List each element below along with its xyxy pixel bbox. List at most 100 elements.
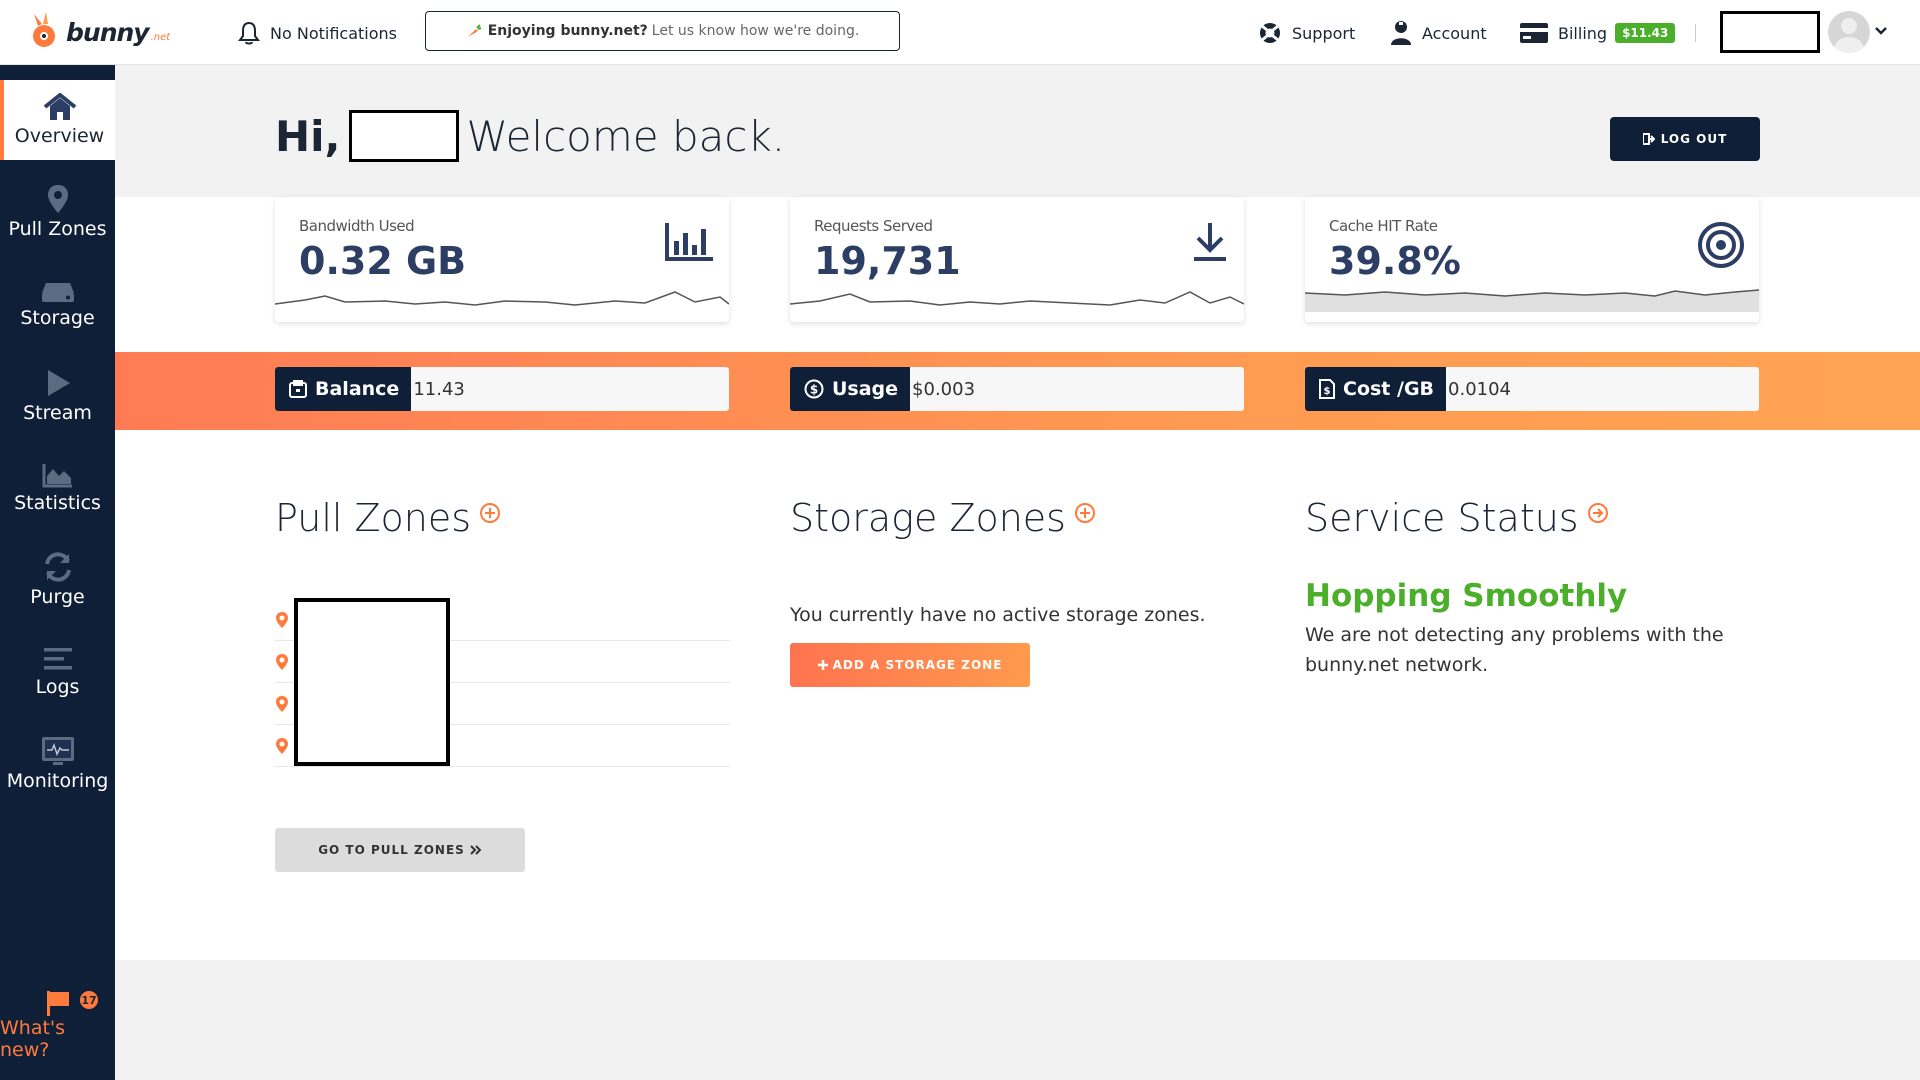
lifebuoy-icon bbox=[1260, 23, 1280, 43]
target-icon bbox=[1698, 222, 1744, 268]
usage-label: Usage bbox=[832, 378, 899, 400]
user-icon bbox=[1391, 21, 1411, 45]
sparkline bbox=[790, 291, 1244, 306]
sidebar-item-logs[interactable]: Logs bbox=[0, 632, 115, 712]
credit-card-icon bbox=[1520, 23, 1548, 43]
sidebar-item-label: Logs bbox=[35, 676, 80, 698]
redacted-username bbox=[1720, 11, 1820, 53]
redacted-pull-zone-names bbox=[294, 598, 450, 766]
wallet-icon bbox=[289, 380, 307, 398]
billing-link[interactable]: Billing $11.43 bbox=[1520, 20, 1676, 46]
logout-label: LOG OUT bbox=[1660, 132, 1728, 146]
add-pull-zone-icon[interactable] bbox=[479, 502, 501, 524]
service-status-title-text: Service Status bbox=[1305, 496, 1579, 540]
credit-badge: $11.43 bbox=[1615, 23, 1676, 43]
stat-label: Cache HIT Rate bbox=[1329, 217, 1438, 235]
stat-card-bandwidth[interactable]: Bandwidth Used 0.32 GB bbox=[275, 197, 729, 322]
flag-icon bbox=[46, 991, 69, 1016]
sidebar-item-label: Purge bbox=[30, 586, 85, 608]
drive-icon bbox=[41, 283, 74, 302]
chevron-down-icon[interactable] bbox=[1874, 24, 1888, 38]
add-storage-zone-icon[interactable] bbox=[1074, 502, 1096, 524]
svg-text:$: $ bbox=[810, 383, 818, 397]
account-label: Account bbox=[1422, 23, 1487, 43]
list-icon bbox=[43, 648, 72, 670]
bell-icon bbox=[238, 21, 260, 45]
logo-wordmark: bunny bbox=[66, 17, 150, 47]
notifications-button[interactable]: No Notifications bbox=[238, 20, 397, 46]
stat-label: Requests Served bbox=[814, 217, 933, 235]
cost-per-gb-pill: $ Cost /GB 0.0104 bbox=[1305, 367, 1759, 411]
invoice-icon: $ bbox=[1319, 379, 1335, 399]
sidebar-item-overview[interactable]: Overview bbox=[0, 80, 115, 160]
balance-label: Balance bbox=[315, 378, 400, 400]
map-pin-icon bbox=[276, 654, 288, 670]
cost-label-box: $ Cost /GB bbox=[1305, 367, 1447, 411]
map-pin-icon bbox=[276, 696, 288, 712]
sparkline bbox=[275, 291, 729, 306]
stat-label: Bandwidth Used bbox=[299, 217, 415, 235]
balance-value: 11.43 bbox=[413, 378, 465, 400]
sidebar-item-label: Monitoring bbox=[6, 770, 109, 792]
monitor-icon bbox=[41, 737, 74, 765]
stat-card-cache-hit[interactable]: Cache HIT Rate 39.8% bbox=[1305, 197, 1759, 322]
greeting: Hi, Welcome back. bbox=[275, 108, 785, 164]
add-storage-zone-label: ADD A STORAGE ZONE bbox=[832, 658, 1003, 672]
feedback-banner[interactable]: Enjoying bunny.net? Let us know how we'r… bbox=[425, 11, 900, 51]
account-link[interactable]: Account bbox=[1390, 20, 1487, 46]
plus-icon bbox=[817, 660, 828, 670]
stat-card-requests[interactable]: Requests Served 19,731 bbox=[790, 197, 1244, 322]
greeting-welcome: Welcome back. bbox=[466, 111, 786, 161]
top-bar: bunny .net No Notifications Enjoying bun… bbox=[0, 0, 1920, 65]
support-link[interactable]: Support bbox=[1258, 20, 1355, 46]
bunny-logo-icon bbox=[33, 12, 55, 47]
redacted-name bbox=[348, 110, 459, 162]
home-icon bbox=[43, 93, 76, 120]
greeting-hi: Hi, bbox=[275, 111, 341, 161]
whats-new-link[interactable]: What's new? 17 bbox=[0, 975, 115, 1075]
arrow-circle-right-icon[interactable] bbox=[1587, 502, 1609, 524]
sparkline-area bbox=[1305, 289, 1759, 312]
map-pin-icon bbox=[47, 185, 68, 213]
cost-value: 0.0104 bbox=[1448, 378, 1512, 400]
double-chevron-right-icon bbox=[470, 845, 482, 855]
area-chart-icon bbox=[42, 464, 72, 488]
sidebar-item-monitoring[interactable]: Monitoring bbox=[0, 724, 115, 804]
sidebar-item-statistics[interactable]: Statistics bbox=[0, 448, 115, 528]
sidebar-item-label: Stream bbox=[23, 402, 92, 424]
usage-value: $0.003 bbox=[912, 378, 976, 400]
logout-button[interactable]: LOG OUT bbox=[1610, 117, 1760, 161]
balance-pill: Balance 11.43 bbox=[275, 367, 729, 411]
sign-out-icon bbox=[1642, 133, 1655, 145]
whats-new-label: What's new? bbox=[0, 1017, 66, 1061]
storage-zones-title-text: Storage Zones bbox=[790, 496, 1066, 540]
sidebar-item-stream[interactable]: Stream bbox=[0, 356, 115, 436]
go-to-pull-zones-button[interactable]: GO TO PULL ZONES bbox=[275, 828, 525, 872]
sidebar-item-label: Pull Zones bbox=[8, 218, 107, 240]
billing-label: Billing bbox=[1558, 23, 1608, 43]
usage-label-box: $ Usage bbox=[790, 367, 911, 411]
sidebar: Overview Pull Zones Storage Stream Stati… bbox=[0, 65, 115, 1080]
map-pin-icon bbox=[276, 612, 288, 628]
add-storage-zone-button[interactable]: ADD A STORAGE ZONE bbox=[790, 643, 1030, 687]
logo-tld: .net bbox=[150, 31, 171, 43]
cost-label: Cost /GB bbox=[1343, 378, 1435, 400]
pull-zones-title: Pull Zones bbox=[275, 496, 501, 540]
svg-text:$: $ bbox=[1324, 386, 1331, 397]
sidebar-item-purge[interactable]: Purge bbox=[0, 540, 115, 620]
support-label: Support bbox=[1292, 23, 1356, 43]
bunny-logo[interactable]: bunny .net bbox=[28, 10, 170, 54]
map-pin-icon bbox=[276, 738, 288, 754]
sidebar-item-label: Statistics bbox=[14, 492, 101, 514]
feedback-text: Let us know how we're doing. bbox=[651, 23, 860, 39]
service-status-title: Service Status bbox=[1305, 496, 1609, 540]
pull-zones-title-text: Pull Zones bbox=[275, 496, 472, 540]
sidebar-item-pull-zones[interactable]: Pull Zones bbox=[0, 172, 115, 252]
dollar-circle-icon: $ bbox=[804, 379, 824, 399]
service-status-headline: Hopping Smoothly bbox=[1305, 578, 1628, 614]
refresh-icon bbox=[44, 552, 71, 582]
play-icon bbox=[47, 370, 70, 396]
sidebar-item-label: Storage bbox=[20, 307, 95, 329]
avatar[interactable] bbox=[1828, 11, 1870, 53]
sidebar-item-storage[interactable]: Storage bbox=[0, 264, 115, 344]
